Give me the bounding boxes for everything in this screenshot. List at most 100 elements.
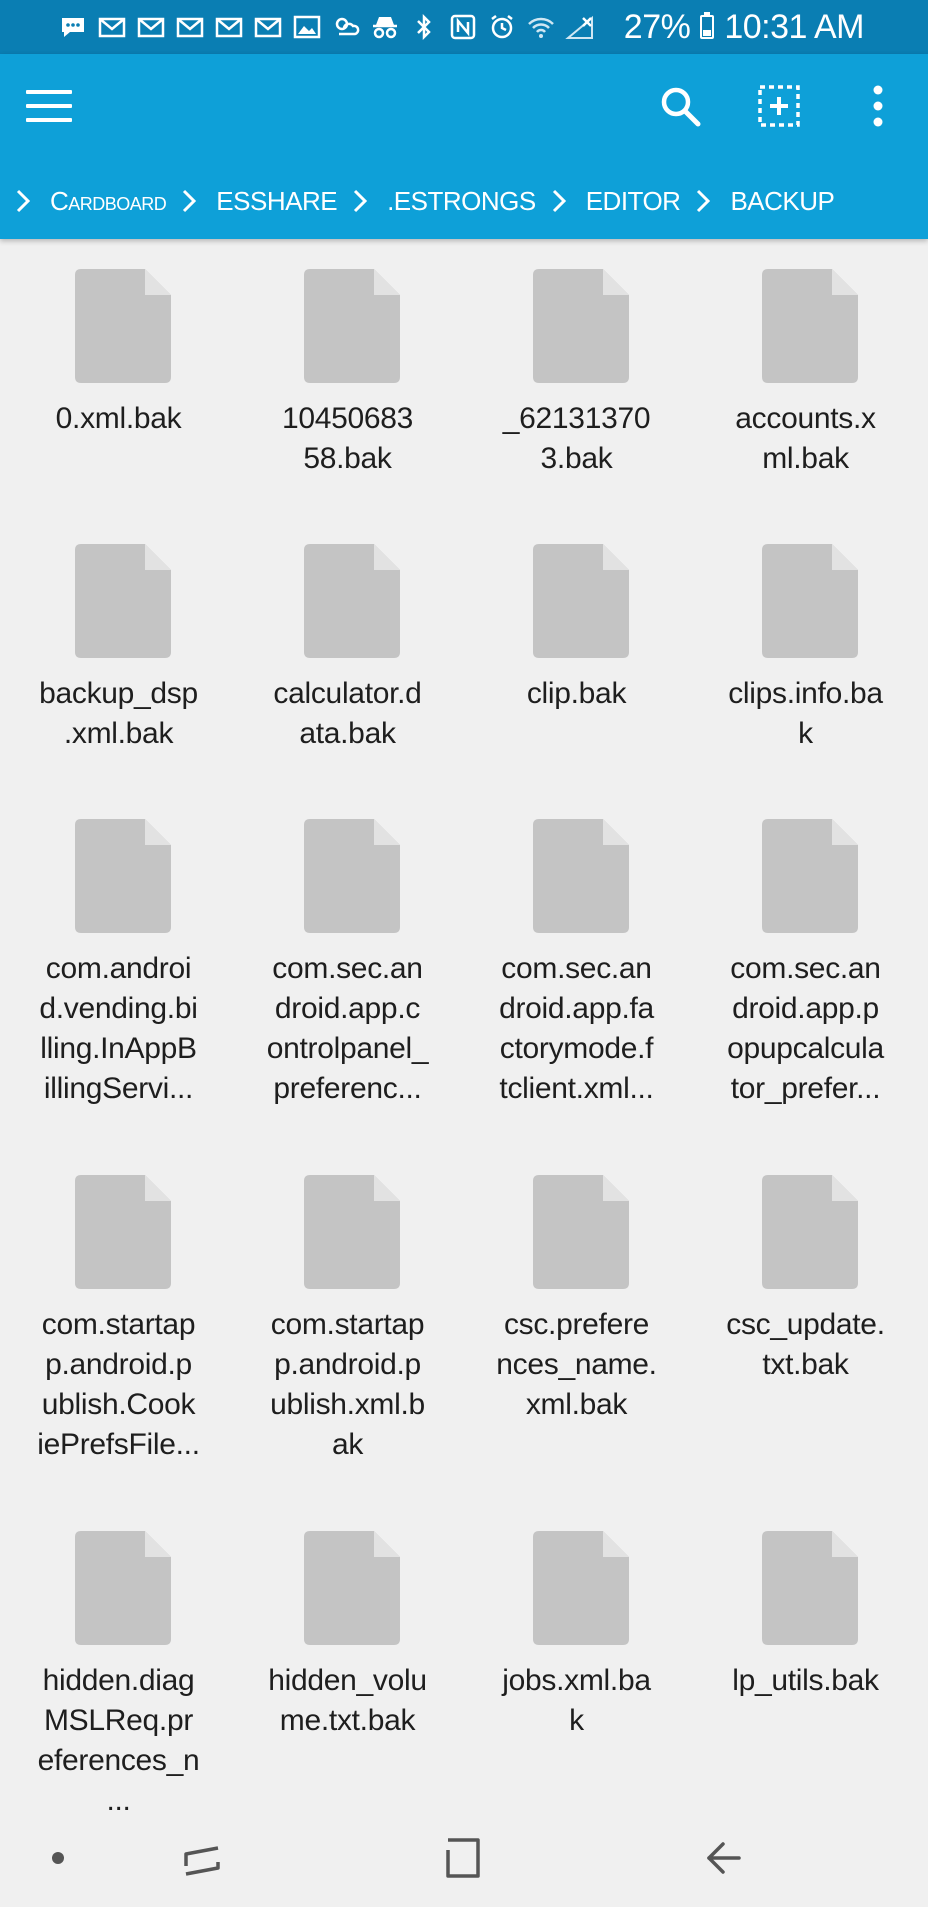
- file-item[interactable]: lp_utils.bak: [691, 1501, 920, 1810]
- file-icon: [304, 819, 400, 933]
- file-name-line: .xml.bak: [63, 717, 174, 750]
- file-icon: [533, 269, 629, 383]
- mail-icon: [175, 14, 205, 40]
- file-icon: [533, 544, 629, 658]
- file-name-line: 58.bak: [303, 442, 392, 475]
- file-icon: [304, 269, 400, 383]
- file-name-line: preferenc...: [273, 1072, 422, 1105]
- file-name-line: nces_name.: [496, 1348, 657, 1381]
- breadcrumb-item-estrongs[interactable]: .ESTRONGS: [387, 186, 536, 217]
- file-name: clips.info.ba k: [691, 674, 920, 754]
- file-name: com.startap p.android.p ublish.Cook iePrefs…: [4, 1305, 233, 1465]
- breadcrumb-item-backup[interactable]: BACKUP: [730, 186, 834, 217]
- file-name-line: ctorymode.f: [499, 1032, 654, 1065]
- file-name-line: 3.bak: [540, 442, 613, 475]
- file-name-line: com.startap: [270, 1308, 425, 1341]
- file-name-line: clips.info.ba: [728, 677, 883, 710]
- file-name: _62131370 3.bak: [462, 399, 691, 479]
- breadcrumb-item-editor[interactable]: EDITOR: [586, 186, 681, 217]
- file-item[interactable]: csc_update. txt.bak: [691, 1145, 920, 1501]
- file-item[interactable]: 0.xml.bak: [4, 239, 233, 514]
- file-name-line: ...: [106, 1784, 131, 1810]
- file-name-line: droid.app.c: [274, 992, 421, 1025]
- breadcrumb-item-esshare[interactable]: ESSHARE: [216, 186, 337, 217]
- hamburger-menu-icon[interactable]: [24, 84, 74, 128]
- file-name: com.sec.an droid.app.p opupcalcula tor_pref…: [691, 949, 920, 1109]
- file-item[interactable]: jobs.xml.ba k: [462, 1501, 691, 1810]
- file-icon: [75, 1175, 171, 1289]
- search-icon[interactable]: [650, 76, 710, 136]
- file-name: calculator.d ata.bak: [233, 674, 462, 754]
- mail-icon: [136, 14, 166, 40]
- file-name-line: tclient.xml...: [499, 1072, 654, 1105]
- file-item[interactable]: com.sec.an droid.app.c ontrolpanel_prefere…: [233, 789, 462, 1145]
- file-name-line: eferences_n: [37, 1744, 200, 1777]
- file-item[interactable]: _62131370 3.bak: [462, 239, 691, 514]
- file-name-line: calculator.d: [273, 677, 422, 710]
- file-name: backup_dsp .xml.bak: [4, 674, 233, 754]
- file-name-line: iePrefsFile...: [37, 1428, 200, 1461]
- file-icon: [762, 269, 858, 383]
- file-name-line: ublish.xml.b: [270, 1388, 425, 1421]
- file-item[interactable]: hidden.diag MSLReq.pr eferences_n...: [4, 1501, 233, 1810]
- file-name-line: k: [798, 717, 813, 750]
- file-item[interactable]: com.startap p.android.p ublish.Cook iePrefs…: [4, 1145, 233, 1501]
- file-icon: [75, 819, 171, 933]
- alarm-icon: [487, 14, 517, 40]
- file-name-line: 0.xml.bak: [55, 402, 182, 435]
- file-item[interactable]: com.startap p.android.p ublish.xml.b ak: [233, 1145, 462, 1501]
- breadcrumb-item-cardboard[interactable]: Cardboard: [50, 186, 167, 217]
- chevron-right-icon: [176, 183, 202, 219]
- file-item[interactable]: 10450683 58.bak: [233, 239, 462, 514]
- file-icon: [304, 1531, 400, 1645]
- recents-icon[interactable]: [172, 1830, 232, 1886]
- file-icon: [762, 1531, 858, 1645]
- breadcrumb: Cardboard ESSHARE .ESTRONGS EDITOR BACKUP: [0, 171, 928, 231]
- clock: 10:31 AM: [724, 7, 864, 46]
- file-name-line: com.androi: [45, 952, 192, 985]
- file-name-line: ontrolpanel_: [266, 1032, 429, 1065]
- back-icon[interactable]: [693, 1830, 753, 1886]
- file-icon: [533, 1531, 629, 1645]
- file-name-line: droid.app.p: [732, 992, 879, 1025]
- file-name-line: com.sec.an: [272, 952, 423, 985]
- wifi-icon: [526, 14, 556, 40]
- file-item[interactable]: com.sec.an droid.app.fa ctorymode.f tclient…: [462, 789, 691, 1145]
- file-grid: 0.xml.bak 10450683 58.bak _62131370 3.bak acc…: [0, 239, 928, 1810]
- file-name: com.startap p.android.p ublish.xml.b ak: [233, 1305, 462, 1465]
- file-item[interactable]: hidden_volu me.txt.bak: [233, 1501, 462, 1810]
- image-icon: [292, 14, 322, 40]
- file-item[interactable]: accounts.x ml.bak: [691, 239, 920, 514]
- file-icon: [75, 1531, 171, 1645]
- file-name-line: ata.bak: [299, 717, 396, 750]
- file-name: 10450683 58.bak: [233, 399, 462, 479]
- file-item[interactable]: calculator.d ata.bak: [233, 514, 462, 789]
- file-icon: [533, 819, 629, 933]
- status-icons: [58, 0, 595, 54]
- select-all-icon[interactable]: [749, 76, 809, 136]
- file-item[interactable]: clip.bak: [462, 514, 691, 789]
- chevron-right-icon: [690, 183, 716, 219]
- file-name-line: csc_update.: [726, 1308, 885, 1341]
- file-name-line: p.android.p: [274, 1348, 421, 1381]
- mail-icon: [214, 14, 244, 40]
- file-name: com.androi d.vending.bi lling.InAppB illing…: [4, 949, 233, 1109]
- file-item[interactable]: backup_dsp .xml.bak: [4, 514, 233, 789]
- file-item[interactable]: com.sec.an droid.app.p opupcalcula tor_pref…: [691, 789, 920, 1145]
- file-name-line: com.startap: [41, 1308, 196, 1341]
- chevron-right-icon: [10, 183, 36, 219]
- file-name-line: ml.bak: [762, 442, 849, 475]
- file-name: accounts.x ml.bak: [691, 399, 920, 479]
- more-vert-icon[interactable]: [848, 76, 908, 136]
- file-icon: [75, 269, 171, 383]
- file-item[interactable]: clips.info.ba k: [691, 514, 920, 789]
- file-item[interactable]: csc.prefere nces_name. xml.bak: [462, 1145, 691, 1501]
- status-right: 27% 10:31 AM: [624, 0, 865, 54]
- file-icon: [304, 1175, 400, 1289]
- chevron-right-icon: [546, 183, 572, 219]
- home-icon[interactable]: [432, 1830, 492, 1886]
- file-name-line: droid.app.fa: [499, 992, 654, 1025]
- dot-icon[interactable]: [28, 1830, 88, 1886]
- file-name-line: backup_dsp: [39, 677, 198, 710]
- file-item[interactable]: com.androi d.vending.bi lling.InAppB illing…: [4, 789, 233, 1145]
